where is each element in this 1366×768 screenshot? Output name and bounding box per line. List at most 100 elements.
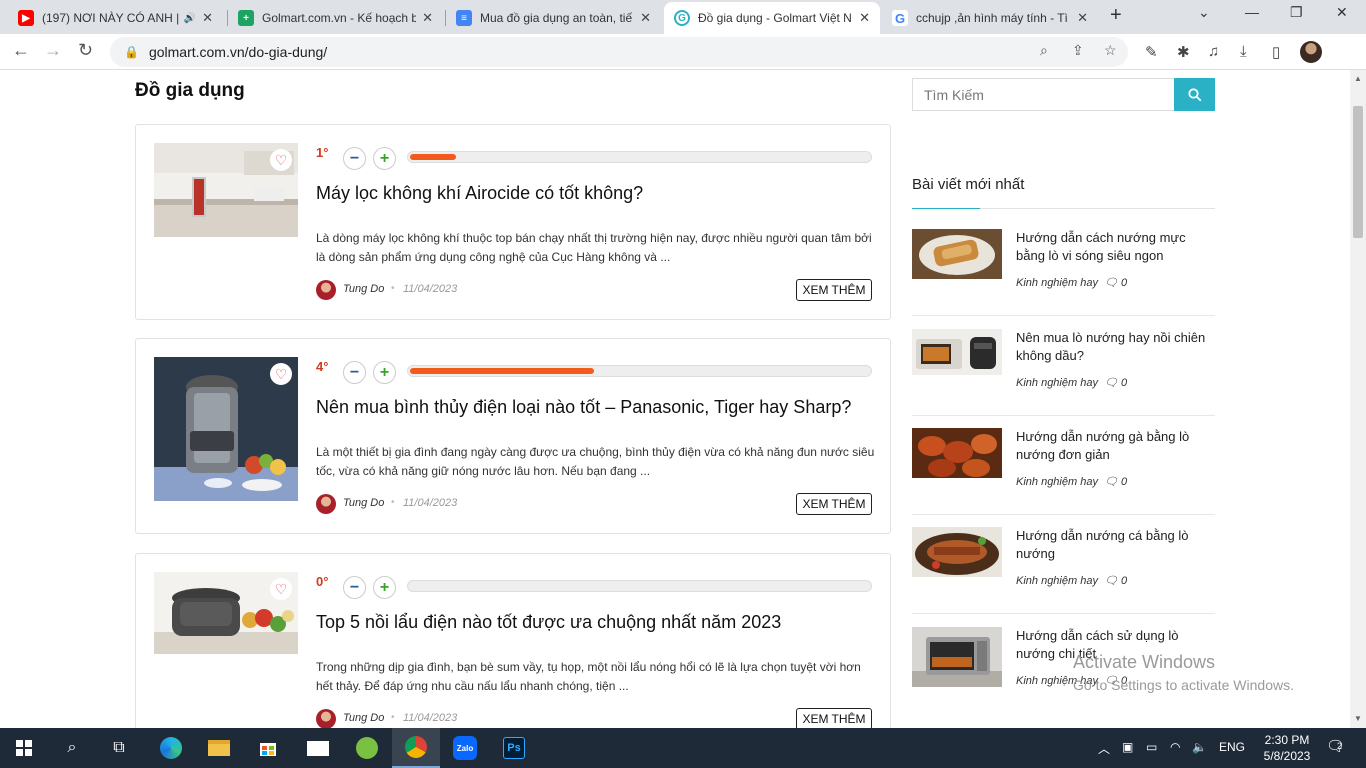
chrome-icon[interactable] [392, 728, 440, 768]
search-icon[interactable]: ⌕ [59, 736, 85, 760]
vote-up-button[interactable]: + [373, 147, 396, 170]
recent-post-title[interactable]: Nên mua lò nướng hay nồi chiên không dầu… [1016, 329, 1216, 365]
read-more-button[interactable]: XEM THÊM [796, 708, 872, 728]
notification-icon[interactable]: 🗨2 [1326, 737, 1350, 755]
tab-docs[interactable]: ≡ Mua đồ gia dụng an toàn, tiế ✕ [446, 2, 661, 34]
zoom-icon[interactable]: ⌕ [1040, 42, 1048, 59]
reload-button[interactable]: ↻ [78, 40, 93, 61]
close-tab-icon[interactable]: ✕ [422, 10, 433, 26]
media-controls-icon[interactable]: ♫ [1208, 43, 1219, 60]
tab-youtube[interactable]: ▶ (197) NƠI NÀY CÓ ANH | 🔊 ✕ [8, 2, 223, 34]
tray-app-icon[interactable]: ▣ [1122, 740, 1133, 754]
read-more-button[interactable]: XEM THÊM [796, 493, 872, 515]
battery-icon[interactable]: ▭ [1146, 740, 1157, 754]
close-tab-icon[interactable]: ✕ [1077, 10, 1088, 26]
photoshop-icon[interactable]: Ps [501, 736, 527, 760]
address-bar[interactable]: 🔒 golmart.com.vn/do-gia-dung/ [110, 37, 1128, 67]
back-button[interactable]: ← [12, 40, 30, 61]
recent-post-category[interactable]: Kinh nghiệm hay [1016, 277, 1098, 289]
search-button[interactable] [1174, 78, 1215, 111]
vote-down-button[interactable]: − [343, 576, 366, 599]
post-author[interactable]: Tung Do [343, 712, 384, 724]
recent-post-thumbnail[interactable] [912, 229, 1002, 279]
forward-button[interactable]: → [44, 40, 62, 61]
input-language[interactable]: ENG [1219, 740, 1245, 754]
heart-icon[interactable]: ♡ [270, 149, 292, 171]
recent-post-thumbnail[interactable] [912, 627, 1002, 687]
eyedropper-icon[interactable]: ✎ [1145, 43, 1158, 61]
recent-post-comments: 🗨 0 [1104, 476, 1128, 488]
heart-icon[interactable]: ♡ [270, 363, 292, 385]
vote-down-button[interactable]: − [343, 147, 366, 170]
tab-search-chevron-icon[interactable]: ⌄ [1198, 4, 1210, 21]
close-tab-icon[interactable]: ✕ [202, 10, 213, 26]
heart-icon[interactable]: ♡ [270, 578, 292, 600]
tab-sheets[interactable]: + Golmart.com.vn - Kế hoạch b ✕ [228, 2, 443, 34]
recent-post-title[interactable]: Hướng dẫn nướng cá bằng lò nướng [1016, 527, 1216, 563]
page-scrollbar[interactable]: ▲ ▼ [1350, 70, 1366, 728]
close-tab-icon[interactable]: ✕ [859, 10, 870, 26]
post-thumbnail[interactable]: ♡ [154, 143, 298, 237]
recent-post-thumbnail[interactable] [912, 329, 1002, 375]
recent-post-item: Hướng dẫn cách nướng mực bằng lò vi sóng… [912, 229, 1215, 329]
post-author[interactable]: Tung Do [343, 283, 384, 295]
recent-post-category[interactable]: Kinh nghiệm hay [1016, 575, 1098, 587]
mail-icon[interactable] [305, 736, 331, 760]
profile-avatar[interactable] [1300, 41, 1322, 63]
new-tab-button[interactable]: + [1110, 4, 1122, 27]
search-input[interactable] [912, 78, 1174, 111]
page-viewport: Đồ gia dụng ♡ 1° − + Máy lọc không khí A… [0, 70, 1350, 728]
post-title[interactable]: Top 5 nồi lẩu điện nào tốt được ưa chuộn… [316, 612, 872, 633]
recent-post-thumbnail[interactable] [912, 527, 1002, 577]
extensions-icon[interactable]: ✱ [1177, 43, 1190, 61]
recent-post-category[interactable]: Kinh nghiệm hay [1016, 377, 1098, 389]
share-icon[interactable]: ⇪ [1072, 42, 1084, 59]
bookmark-star-icon[interactable]: ☆ [1104, 42, 1117, 59]
windows-start-icon[interactable] [11, 736, 37, 760]
meta-separator: • [391, 712, 395, 723]
vote-up-button[interactable]: + [373, 576, 396, 599]
post-author[interactable]: Tung Do [343, 497, 384, 509]
recent-post-thumbnail[interactable] [912, 428, 1002, 478]
store-icon[interactable] [255, 736, 281, 760]
recent-post-comments: 🗨 0 [1104, 277, 1128, 289]
recent-post-category[interactable]: Kinh nghiệm hay [1016, 476, 1098, 488]
speaker-icon[interactable]: 🔊 [184, 13, 196, 24]
minimize-button[interactable]: — [1245, 4, 1259, 20]
close-window-button[interactable]: ✕ [1336, 4, 1348, 21]
close-tab-icon[interactable]: ✕ [640, 10, 651, 26]
post-title[interactable]: Nên mua bình thủy điện loại nào tốt – Pa… [316, 397, 872, 418]
recent-post-title[interactable]: Hướng dẫn nướng gà bằng lò nướng đơn giả… [1016, 428, 1216, 464]
tab-google[interactable]: G cchujp ,ản hình máy tính - Tì ✕ [882, 2, 1098, 34]
post-thumbnail[interactable]: ♡ [154, 357, 298, 501]
meta-separator: • [391, 283, 395, 294]
wifi-icon[interactable]: ◠ [1170, 740, 1180, 754]
volume-icon[interactable]: 🔈 [1192, 740, 1207, 754]
download-icon[interactable]: ⤓ [1240, 43, 1247, 60]
recent-post-comments: 🗨 0 [1104, 377, 1128, 389]
coccoc-icon[interactable] [354, 736, 380, 760]
comment-icon: 🗨 [1104, 277, 1118, 289]
vote-down-button[interactable]: − [343, 361, 366, 384]
lock-icon[interactable]: 🔒 [124, 45, 139, 59]
post-title[interactable]: Máy lọc không khí Airocide có tốt không? [316, 183, 872, 204]
comment-icon: 🗨 [1104, 377, 1118, 389]
maximize-button[interactable]: ❐ [1290, 4, 1303, 21]
tray-chevron-icon[interactable]: ︿ [1098, 740, 1110, 757]
scroll-up-arrow-icon[interactable]: ▲ [1354, 74, 1362, 83]
task-view-icon[interactable]: ⧉ [106, 736, 132, 760]
system-clock[interactable]: 2:30 PM 5/8/2023 [1257, 732, 1317, 764]
side-panel-icon[interactable]: ▯ [1272, 43, 1280, 61]
scroll-down-arrow-icon[interactable]: ▼ [1354, 714, 1362, 723]
post-thumbnail[interactable]: ♡ [154, 572, 298, 654]
url-text: golmart.com.vn/do-gia-dung/ [148, 44, 328, 60]
edge-icon[interactable] [158, 736, 184, 760]
tab-golmart[interactable]: G Đồ gia dụng - Golmart Việt N ✕ [664, 2, 880, 34]
vote-progress-bar [407, 580, 872, 592]
file-explorer-icon[interactable] [206, 736, 232, 760]
zalo-icon[interactable]: Zalo [452, 736, 478, 760]
read-more-button[interactable]: XEM THÊM [796, 279, 872, 301]
scrollbar-thumb[interactable] [1353, 106, 1363, 238]
vote-up-button[interactable]: + [373, 361, 396, 384]
recent-post-title[interactable]: Hướng dẫn cách nướng mực bằng lò vi sóng… [1016, 229, 1216, 265]
